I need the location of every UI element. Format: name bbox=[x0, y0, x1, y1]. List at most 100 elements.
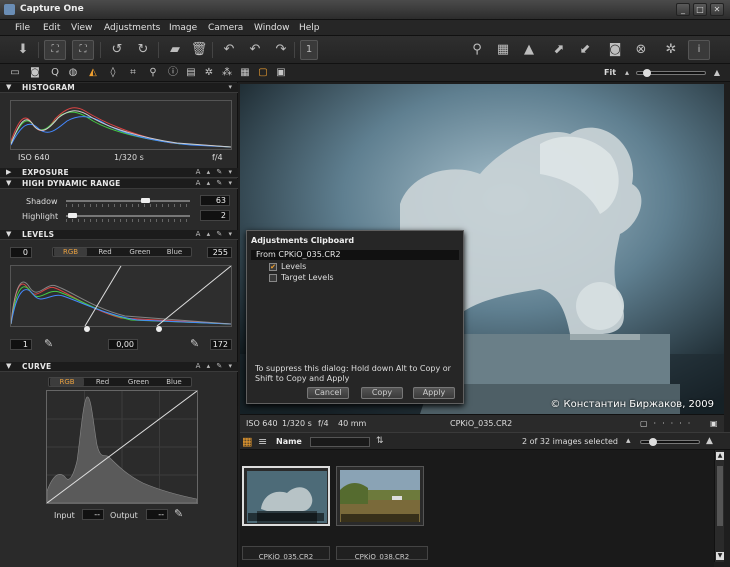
menu-file[interactable]: File bbox=[15, 23, 30, 33]
page-counter[interactable]: 1 bbox=[300, 40, 318, 60]
levels-channel-blue[interactable]: Blue bbox=[158, 248, 191, 256]
library-tab-icon[interactable]: ▭ bbox=[8, 66, 22, 80]
viewer-options-icon[interactable]: ▣ bbox=[710, 419, 718, 428]
panel-menu-icon[interactable]: ▾ bbox=[228, 83, 234, 91]
levels-input-low[interactable]: 0 bbox=[10, 247, 32, 258]
menu-camera[interactable]: Camera bbox=[208, 23, 243, 33]
levels-midtone-handle[interactable] bbox=[84, 326, 90, 332]
curve-picker-icon[interactable]: ✎ bbox=[174, 507, 183, 520]
highlight-slider-track[interactable] bbox=[66, 215, 190, 217]
list-view-icon[interactable]: ≡ bbox=[258, 435, 267, 448]
levels-channel-red[interactable]: Red bbox=[88, 248, 122, 256]
panel-controls[interactable]: A ▴ ✎ ▾ bbox=[196, 362, 234, 370]
output-tab-icon[interactable]: ✲ bbox=[202, 66, 216, 80]
sort-direction-icon[interactable]: ⇅ bbox=[376, 436, 384, 446]
exposure-tab-icon[interactable]: ◭ bbox=[86, 66, 100, 80]
levels-output-high[interactable]: 172 bbox=[210, 339, 232, 350]
curve-input-value[interactable]: -- bbox=[82, 509, 104, 520]
levels-highlight-handle[interactable] bbox=[156, 326, 162, 332]
rotate-right-icon[interactable]: ↻ bbox=[132, 40, 154, 60]
shadow-value[interactable]: 63 bbox=[200, 195, 230, 206]
quick-tab-icon[interactable]: Q bbox=[48, 66, 62, 80]
trash-icon[interactable]: 🗑 bbox=[188, 40, 210, 60]
levels-input-high[interactable]: 255 bbox=[207, 247, 232, 258]
scroll-thumb[interactable] bbox=[717, 466, 723, 526]
copy-button[interactable]: Copy bbox=[361, 387, 403, 399]
shadow-slider-thumb[interactable] bbox=[141, 198, 150, 203]
reset-icon[interactable]: ⊗ bbox=[630, 40, 652, 60]
cancel-button[interactable]: Cancel bbox=[307, 387, 349, 399]
grid-view-icon[interactable]: ▦ bbox=[238, 66, 252, 80]
curve-channel-green[interactable]: Green bbox=[121, 378, 156, 386]
lens-tab-icon[interactable]: ◊ bbox=[106, 66, 120, 80]
undo-all-icon[interactable]: ↶ bbox=[218, 40, 240, 60]
zoom-fit-label[interactable]: Fit bbox=[604, 68, 616, 77]
search-icon[interactable]: ⚲ bbox=[466, 40, 488, 60]
grid-icon[interactable]: ▦ bbox=[492, 40, 514, 60]
import-icon[interactable]: ⬇ bbox=[12, 40, 34, 60]
user-icon[interactable]: ▴ bbox=[626, 436, 631, 446]
menu-image[interactable]: Image bbox=[169, 23, 197, 33]
zoom-in-icon[interactable]: ▲ bbox=[710, 66, 724, 80]
apply-adjustments-icon[interactable]: ⬋ bbox=[574, 40, 596, 60]
highlight-value[interactable]: 2 bbox=[200, 210, 230, 221]
eyedropper-black-icon[interactable]: ✎ bbox=[44, 337, 53, 350]
thumbnail-1[interactable] bbox=[242, 466, 330, 526]
curve-graph[interactable] bbox=[46, 390, 198, 504]
levels-graph[interactable] bbox=[10, 265, 232, 327]
crop-tab-icon[interactable]: ⌗ bbox=[126, 66, 140, 80]
curve-channel-red[interactable]: Red bbox=[85, 378, 120, 386]
curve-channel-rgb[interactable]: RGB bbox=[50, 378, 84, 386]
thumbnail-size-large-icon[interactable]: ▲ bbox=[706, 436, 713, 446]
target-levels-checkbox[interactable] bbox=[269, 274, 277, 282]
menu-window[interactable]: Window bbox=[254, 23, 290, 33]
maximize-button[interactable]: □ bbox=[693, 3, 707, 16]
redo-icon[interactable]: ↷ bbox=[270, 40, 292, 60]
shadow-slider-track[interactable] bbox=[66, 200, 190, 202]
menu-help[interactable]: Help bbox=[299, 23, 320, 33]
zoom-slider[interactable] bbox=[636, 69, 706, 77]
menu-adjustments[interactable]: Adjustments bbox=[104, 23, 160, 33]
capture-icon[interactable]: ⛶ bbox=[44, 40, 66, 60]
levels-channel-rgb[interactable]: RGB bbox=[54, 248, 87, 256]
panel-controls[interactable]: A ▴ ✎ ▾ bbox=[196, 179, 234, 187]
rating-dots[interactable]: ▢····· bbox=[640, 419, 696, 428]
levels-channel-green[interactable]: Green bbox=[123, 248, 157, 256]
histogram-header[interactable]: ▼ HISTOGRAM ▾ bbox=[0, 83, 238, 93]
thumbnail-size-slider[interactable] bbox=[640, 438, 700, 446]
grid-view-icon[interactable]: ▦ bbox=[242, 435, 252, 448]
live-view-icon[interactable]: ⛶ bbox=[72, 40, 94, 60]
levels-header[interactable]: ▼ LEVELS A ▴ ✎ ▾ bbox=[0, 230, 238, 240]
gear-icon[interactable]: ✲ bbox=[660, 40, 682, 60]
rotate-left-icon[interactable]: ↺ bbox=[106, 40, 128, 60]
highlight-slider-thumb[interactable] bbox=[68, 213, 77, 218]
camera-icon[interactable]: ◙ bbox=[604, 40, 626, 60]
close-button[interactable]: ✕ bbox=[710, 3, 724, 16]
menu-view[interactable]: View bbox=[71, 23, 92, 33]
thumbnail-size-knob[interactable] bbox=[649, 438, 657, 446]
panel-controls[interactable]: A ▴ ✎ ▾ bbox=[196, 168, 234, 176]
thumbnail-2[interactable] bbox=[336, 466, 424, 526]
batch-tab-icon[interactable]: ⁂ bbox=[220, 66, 234, 80]
levels-midtone-value[interactable]: 0,00 bbox=[108, 339, 138, 350]
levels-checkbox[interactable]: ✔ bbox=[269, 263, 277, 271]
folder-icon[interactable]: ▰ bbox=[164, 40, 186, 60]
levels-output-low[interactable]: 1 bbox=[10, 339, 32, 350]
color-tab-icon[interactable]: ◍ bbox=[66, 66, 80, 80]
exposure-header[interactable]: ▶ EXPOSURE A ▴ ✎ ▾ bbox=[0, 168, 238, 178]
single-view-icon[interactable]: ▢ bbox=[256, 66, 270, 80]
browser-scrollbar[interactable]: ▲ ▼ bbox=[714, 450, 724, 562]
copy-adjustments-icon[interactable]: ⬈ bbox=[548, 40, 570, 60]
sort-dropdown[interactable] bbox=[310, 437, 370, 447]
hdr-header[interactable]: ▼ HIGH DYNAMIC RANGE A ▴ ✎ ▾ bbox=[0, 179, 238, 189]
capture-tab-icon[interactable]: ◙ bbox=[28, 66, 42, 80]
eyedropper-white-icon[interactable]: ✎ bbox=[190, 337, 199, 350]
warning-icon[interactable]: ▲ bbox=[518, 40, 540, 60]
zoom-slider-knob[interactable] bbox=[643, 69, 651, 77]
info-icon[interactable]: i bbox=[688, 40, 710, 60]
scroll-down-icon[interactable]: ▼ bbox=[716, 552, 724, 560]
menu-edit[interactable]: Edit bbox=[43, 23, 60, 33]
curve-header[interactable]: ▼ CURVE A ▴ ✎ ▾ bbox=[0, 362, 238, 372]
panel-controls[interactable]: A ▴ ✎ ▾ bbox=[196, 230, 234, 238]
metadata-tab-icon[interactable]: ▤ bbox=[184, 66, 198, 80]
